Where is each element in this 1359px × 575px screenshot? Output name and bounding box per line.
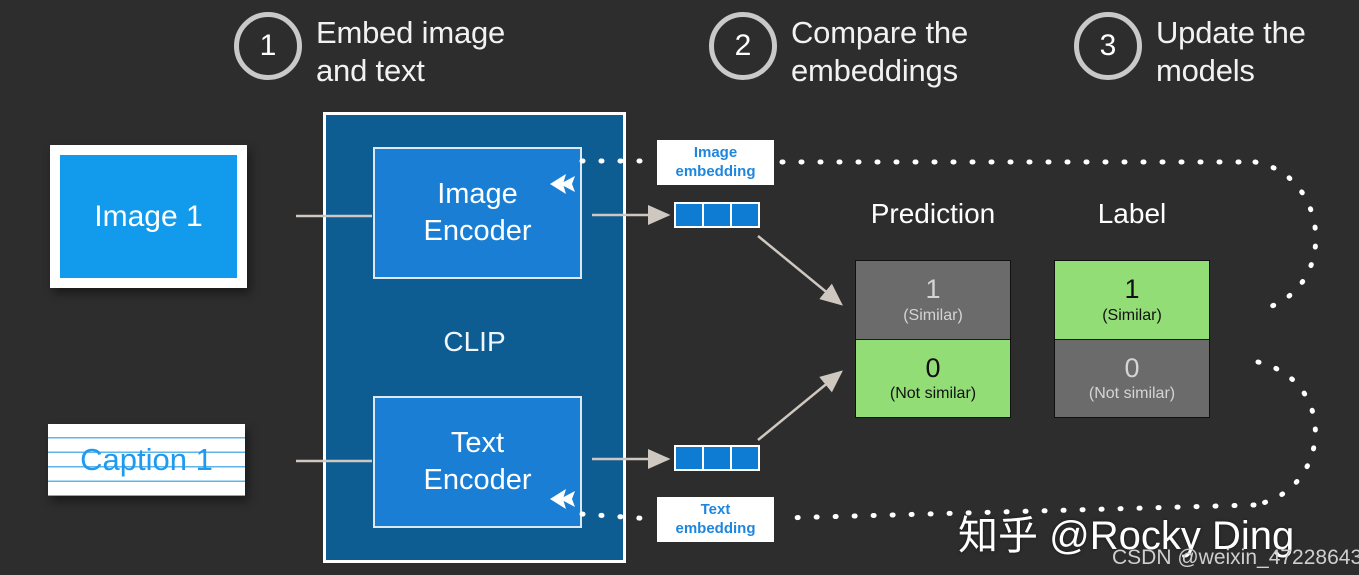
step-3-badge: 3	[1074, 12, 1142, 80]
image-encoder-update-arrow-icon	[550, 174, 575, 194]
label-row-similar-note: (Similar)	[1102, 306, 1162, 324]
label-row-similar: 1 (Similar)	[1055, 261, 1209, 339]
label-row-not-similar-value: 0	[1124, 352, 1140, 383]
clip-container: Image Encoder CLIP Text Encoder	[323, 112, 626, 563]
image-embedding-vector	[674, 202, 760, 228]
text-encoder-line2: Encoder	[423, 464, 532, 496]
step-1-badge: 1	[234, 12, 302, 80]
vector-cell	[732, 447, 758, 469]
vector-cell	[732, 204, 758, 226]
prediction-title: Prediction	[870, 198, 996, 229]
input-image-label: Image 1	[94, 199, 203, 233]
prediction-row-not-similar: 0 (Not similar)	[856, 339, 1010, 417]
feedback-dotted-lower-loop	[1251, 359, 1318, 508]
step-3: 3 Update the models	[1074, 12, 1306, 90]
clip-title: CLIP	[443, 326, 506, 357]
vector-cell	[676, 447, 702, 469]
text-encoder-line1: Text	[450, 426, 505, 459]
prediction-row-similar-value: 1	[925, 274, 941, 305]
step-1: 1 Embed image and text	[234, 12, 505, 90]
text-embedding-label: Text embedding	[657, 497, 774, 542]
label-matrix: 1 (Similar) 0 (Not similar)	[1054, 260, 1210, 418]
prediction-matrix: 1 (Similar) 0 (Not similar)	[855, 260, 1011, 418]
prediction-row-not-similar-note: (Not similar)	[889, 385, 977, 403]
text-embedding-vector	[674, 445, 760, 471]
text-encoder-update-arrow-icon	[550, 489, 575, 509]
label-row-similar-value: 1	[1124, 274, 1140, 305]
diagram-canvas: 1 Embed image and text 2 Compare the emb…	[0, 0, 1359, 575]
label-row-not-similar-note: (Not similar)	[1088, 385, 1176, 403]
vector-cell	[704, 447, 730, 469]
connector-image-embedding-to-prediction	[757, 235, 843, 306]
image-encoder-box[interactable]: Image Encoder	[373, 147, 582, 279]
vector-cell	[704, 204, 730, 226]
vector-cell	[676, 204, 702, 226]
watermark-csdn: CSDN @weixin_47228643	[1112, 546, 1359, 569]
step-2-label: Compare the embeddings	[791, 15, 969, 88]
image-encoder-line2: Encoder	[423, 215, 532, 247]
image-encoder-line1: Image	[437, 177, 518, 210]
input-caption-label: Caption 1	[80, 442, 213, 477]
input-image-card: Image 1	[50, 145, 247, 288]
label-title: Label	[1097, 198, 1167, 229]
label-row-not-similar: 0 (Not similar)	[1055, 339, 1209, 417]
step-3-label: Update the models	[1156, 15, 1306, 88]
input-caption-card: Caption 1	[48, 424, 245, 496]
prediction-row-not-similar-value: 0	[925, 352, 941, 383]
image-embedding-label: Image embedding	[657, 140, 774, 185]
step-2: 2 Compare the embeddings	[709, 12, 968, 90]
step-1-label: Embed image and text	[316, 15, 506, 88]
prediction-row-similar-note: (Similar)	[903, 306, 963, 324]
step-2-badge: 2	[709, 12, 777, 80]
connector-text-embedding-to-prediction	[757, 370, 843, 441]
prediction-row-similar: 1 (Similar)	[856, 261, 1010, 339]
feedback-dotted-upper-loop	[1252, 159, 1319, 313]
input-image-fill: Image 1	[60, 155, 237, 278]
text-encoder-box[interactable]: Text Encoder	[373, 396, 582, 528]
